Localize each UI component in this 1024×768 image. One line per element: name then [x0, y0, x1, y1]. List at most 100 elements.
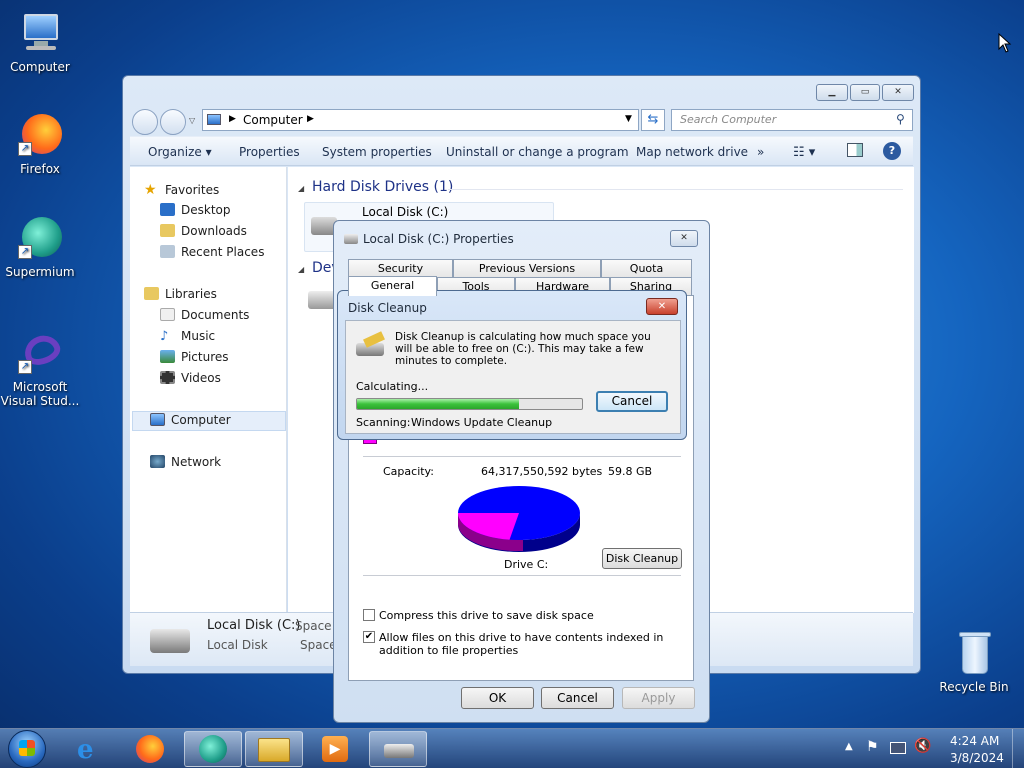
cleanup-progress-bar — [356, 398, 583, 410]
videos-icon — [160, 371, 175, 384]
windows-logo-icon — [19, 740, 35, 756]
supermium-icon — [199, 735, 227, 763]
taskbar-firefox[interactable] — [122, 731, 180, 767]
tab-general[interactable]: General — [348, 276, 437, 296]
desktop-icon-visual-studio[interactable]: ↗ Microsoft Visual Stud... — [0, 330, 80, 408]
computer-small-icon — [207, 114, 221, 125]
taskbar-media-player[interactable]: ▶ — [306, 731, 364, 767]
start-button[interactable] — [8, 730, 46, 768]
libraries-icon — [144, 287, 159, 300]
nav-pictures[interactable]: Pictures — [160, 350, 229, 364]
history-chevron-icon[interactable]: ▽ — [189, 116, 195, 125]
compress-checkbox[interactable] — [363, 609, 375, 621]
desktop-icon-label: Computer — [10, 60, 70, 74]
address-bar[interactable]: ▶ Computer ▶ ▼ — [202, 109, 639, 131]
apply-button[interactable]: Apply — [622, 687, 695, 709]
tab-security[interactable]: Security — [348, 259, 453, 277]
nav-favorites[interactable]: ★ Favorites — [144, 182, 219, 198]
cancel-button[interactable]: Cancel — [541, 687, 614, 709]
drive-label: Drive C: — [504, 558, 549, 571]
map-network-drive-button[interactable]: Map network drive — [636, 145, 748, 159]
capacity-gb: 59.8 GB — [608, 465, 653, 478]
close-button[interactable]: ✕ — [882, 84, 914, 101]
uninstall-button[interactable]: Uninstall or change a program — [446, 145, 629, 159]
search-icon: ⚲ — [896, 112, 905, 126]
maximize-button[interactable]: ▭ — [850, 84, 880, 101]
taskbar-ie[interactable]: e — [61, 731, 119, 767]
downloads-folder-icon — [160, 224, 175, 237]
cleanup-cancel-button[interactable]: Cancel — [596, 391, 668, 412]
action-center-flag-icon[interactable]: ⚑ — [866, 739, 879, 755]
scanning-label: Scanning: — [356, 416, 411, 429]
disk-cleanup-button[interactable]: Disk Cleanup — [602, 548, 682, 569]
properties-button[interactable]: Properties — [239, 145, 300, 159]
taskbar-supermium[interactable] — [184, 731, 242, 767]
nav-computer[interactable]: Computer — [150, 413, 231, 427]
capacity-label: Capacity: — [383, 465, 434, 478]
address-text: Computer — [243, 113, 303, 127]
refresh-button[interactable]: ⇆ — [641, 109, 665, 131]
folder-icon — [258, 738, 290, 762]
firefox-icon — [136, 735, 164, 763]
more-commands-button[interactable]: » — [757, 145, 764, 159]
view-options-icon[interactable]: ☷ ▾ — [793, 145, 815, 160]
nav-documents[interactable]: Documents — [160, 308, 249, 322]
system-properties-button[interactable]: System properties — [322, 145, 432, 159]
tab-previous-versions[interactable]: Previous Versions — [453, 259, 601, 277]
show-desktop-button[interactable] — [1012, 729, 1024, 768]
desktop-icon-firefox[interactable]: ↗ Firefox — [0, 112, 80, 176]
hdd-collapse-icon[interactable]: ◢ — [298, 184, 304, 193]
show-hidden-icons-icon[interactable]: ▲ — [845, 741, 853, 752]
compress-checkbox-row[interactable]: Compress this drive to save disk space — [363, 609, 594, 622]
cleanup-body: Disk Cleanup is calculating how much spa… — [345, 320, 681, 434]
nav-libraries[interactable]: Libraries — [144, 287, 217, 301]
drive-small-icon — [344, 234, 358, 244]
taskbar-disk-cleanup[interactable] — [369, 731, 427, 767]
minimize-button[interactable]: ▁ — [816, 84, 848, 101]
help-icon[interactable]: ? — [883, 142, 901, 160]
clock-date[interactable]: 3/8/2024 — [950, 751, 1004, 765]
cleanup-title: Disk Cleanup — [348, 301, 427, 315]
search-input[interactable]: Search Computer ⚲ — [671, 109, 913, 131]
desktop-folder-icon — [160, 203, 175, 216]
nav-videos[interactable]: Videos — [160, 371, 221, 385]
desktop-icon-supermium[interactable]: ↗ Supermium — [0, 215, 80, 279]
nav-music[interactable]: ♪ Music — [160, 329, 215, 344]
desktop-icon-label: Recycle Bin — [939, 680, 1009, 694]
media-player-icon: ▶ — [322, 736, 348, 762]
nav-network[interactable]: Network — [150, 455, 221, 469]
clock-time[interactable]: 4:24 AM — [950, 734, 999, 748]
taskbar: e ▶ ▲ ⚑ 🔇 4:24 AM 3/8/2024 — [0, 728, 1024, 768]
desktop-icon-computer[interactable]: Computer — [0, 10, 80, 74]
disk-cleanup-icon — [356, 331, 386, 357]
index-checkbox-row[interactable]: ✔ Allow files on this drive to have cont… — [363, 631, 681, 657]
tab-quota[interactable]: Quota — [601, 259, 692, 277]
disk-cleanup-icon — [384, 744, 414, 758]
nav-downloads[interactable]: Downloads — [160, 224, 247, 238]
organize-button[interactable]: Organize ▾ — [148, 145, 212, 159]
music-icon: ♪ — [160, 329, 169, 344]
ok-button[interactable]: OK — [461, 687, 534, 709]
capacity-bytes: 64,317,550,592 bytes — [481, 465, 603, 478]
firefox-icon: ↗ — [16, 112, 64, 160]
preview-pane-icon[interactable] — [847, 143, 863, 157]
address-dropdown-icon[interactable]: ▼ — [625, 114, 632, 124]
devices-collapse-icon[interactable]: ◢ — [298, 265, 304, 274]
disk-cleanup-dialog: Disk Cleanup ✕ Disk Cleanup is calculati… — [337, 290, 687, 440]
forward-button[interactable] — [160, 109, 186, 135]
visual-studio-icon: ↗ — [16, 330, 64, 378]
cleanup-close-button[interactable]: ✕ — [646, 298, 678, 315]
index-checkbox[interactable]: ✔ — [363, 631, 375, 643]
properties-close-button[interactable]: ✕ — [670, 230, 698, 247]
nav-recent-places[interactable]: Recent Places — [160, 245, 264, 259]
taskbar-explorer[interactable] — [245, 731, 303, 767]
properties-title: Local Disk (C:) Properties — [363, 232, 514, 246]
computer-icon — [16, 10, 64, 58]
disk-usage-pie-chart — [457, 486, 580, 552]
scanning-item: Windows Update Cleanup — [411, 416, 553, 429]
network-tray-icon[interactable] — [890, 742, 906, 754]
volume-muted-icon[interactable]: 🔇 — [914, 738, 931, 754]
desktop-icon-recycle-bin[interactable]: Recycle Bin — [934, 630, 1014, 694]
back-button[interactable] — [132, 109, 158, 135]
nav-desktop[interactable]: Desktop — [160, 203, 231, 217]
